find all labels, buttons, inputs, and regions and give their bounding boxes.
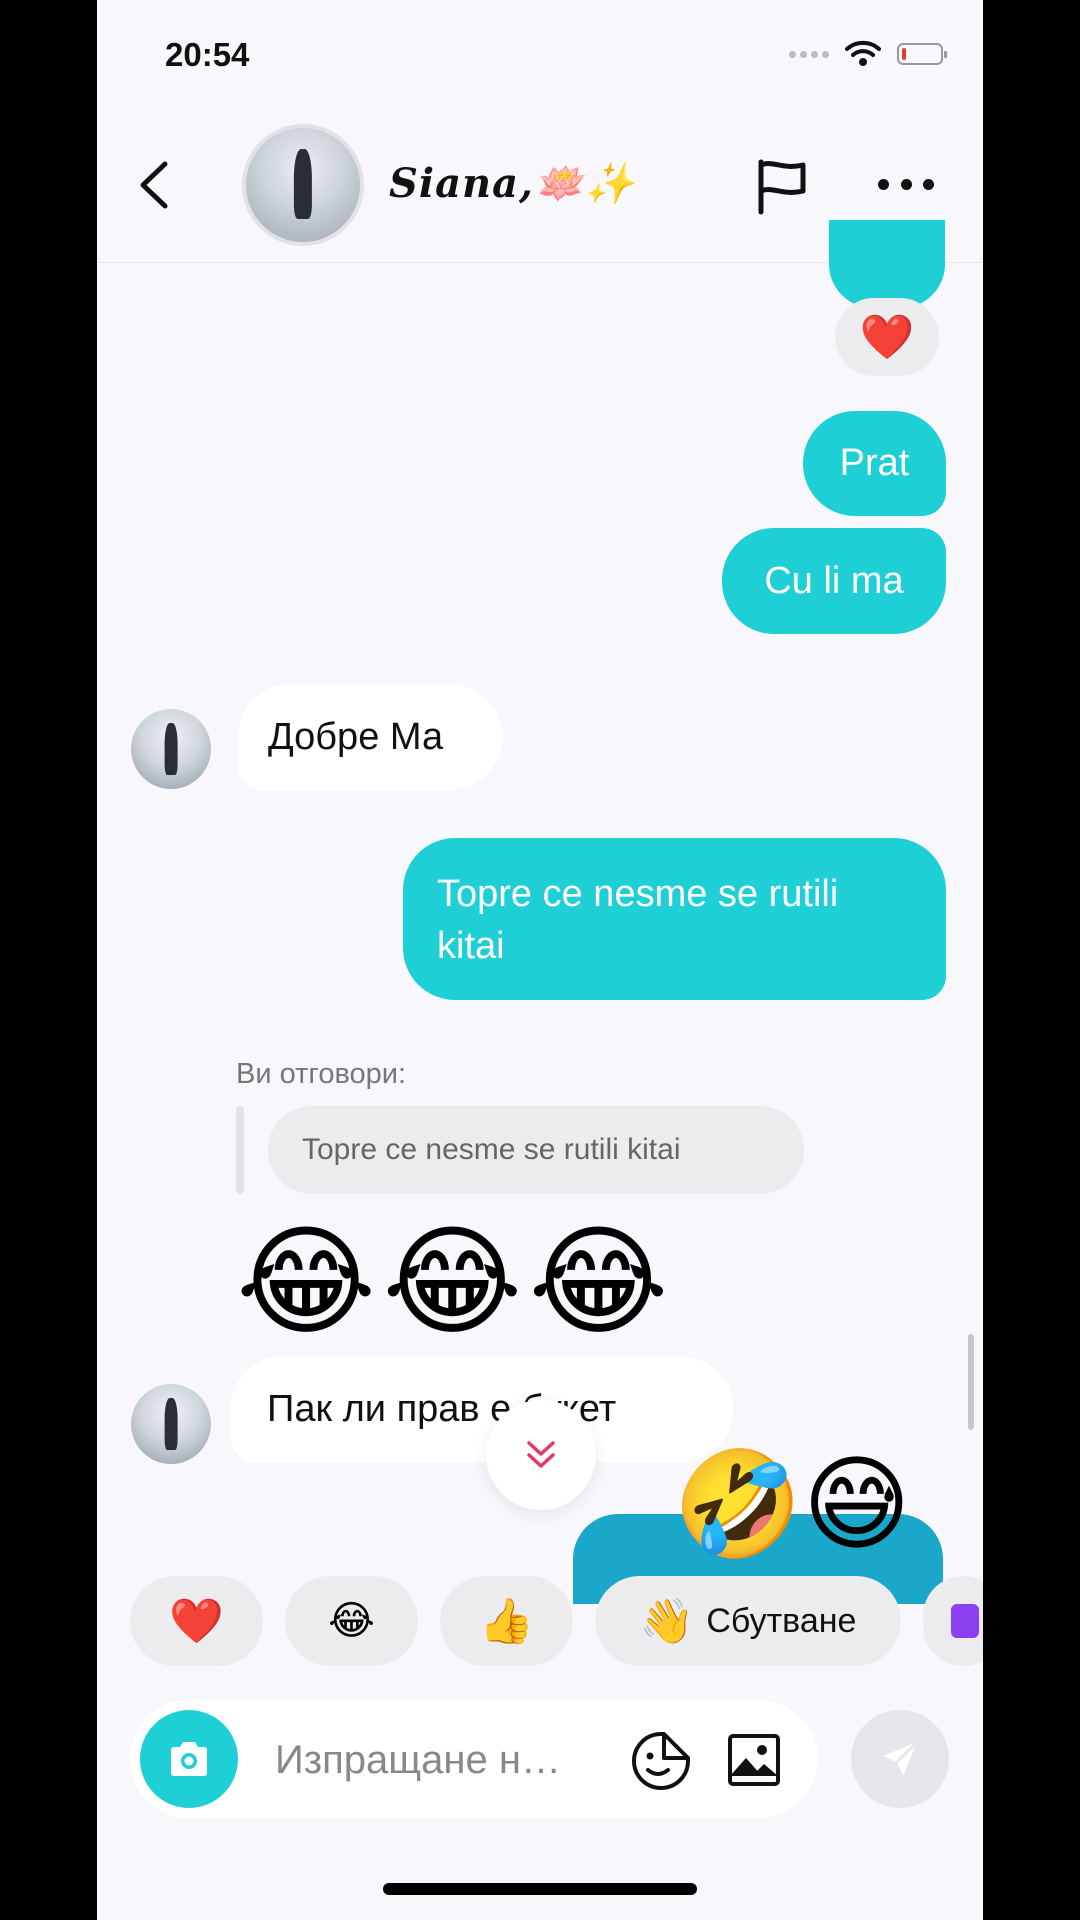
camera-icon xyxy=(171,1742,207,1776)
home-indicator[interactable] xyxy=(383,1883,697,1895)
heart-icon: ❤️ xyxy=(859,313,915,362)
quick-reaction-gift[interactable] xyxy=(923,1576,983,1666)
emoji-message[interactable]: 🤣😅 xyxy=(673,1440,911,1570)
send-icon xyxy=(883,1740,919,1776)
double-chevron-down-icon xyxy=(527,1441,555,1468)
chat-screen: 20:54 𝑺𝒊𝒂𝒏𝒂,🪷✨ Ok ❤️ Prat Cu li ma xyxy=(97,0,983,1920)
thumbs-up-icon: 👍 xyxy=(479,1597,534,1646)
send-button[interactable] xyxy=(851,1710,949,1808)
message-outgoing[interactable]: Prat xyxy=(803,411,946,516)
message-outgoing-partial: Ok xyxy=(829,220,945,308)
heart-icon: ❤️ xyxy=(169,1597,224,1646)
nudge-label: Сбутване xyxy=(706,1601,857,1640)
message-composer: Изпращане н… xyxy=(130,1700,818,1818)
status-icons xyxy=(789,40,947,68)
message-text: Добре Ма xyxy=(268,715,444,758)
battery-icon xyxy=(897,43,947,65)
message-text: Topre ce nesme se rutili kitai xyxy=(437,873,839,967)
reply-label: Ви отговори: xyxy=(236,1058,407,1090)
wifi-icon xyxy=(845,40,881,66)
reply-quote-text: Topre ce nesme se rutili kitai xyxy=(302,1133,681,1166)
message-text: Cu li ma xyxy=(764,559,904,602)
gift-icon xyxy=(951,1604,979,1638)
message-input[interactable]: Изпращане н… xyxy=(275,1738,561,1783)
contact-avatar-small[interactable] xyxy=(131,709,211,789)
quick-reactions-bar: ❤️ 😂 👍 👋 Сбутване xyxy=(130,1576,983,1666)
back-button[interactable] xyxy=(135,160,175,210)
emoji-message[interactable]: 😂😂😂 xyxy=(236,1212,675,1352)
reply-quote[interactable]: Topre ce nesme se rutili kitai xyxy=(268,1106,804,1194)
quick-reaction-laugh[interactable]: 😂 xyxy=(285,1576,418,1666)
message-outgoing[interactable]: Cu li ma xyxy=(722,528,946,634)
contact-avatar[interactable] xyxy=(242,124,364,246)
contact-avatar-small[interactable] xyxy=(131,1384,211,1464)
message-reaction-heart[interactable]: ❤️ xyxy=(835,298,939,376)
report-flag-icon[interactable] xyxy=(753,158,811,216)
nudge-button[interactable]: 👋 Сбутване xyxy=(595,1576,901,1666)
quick-reaction-thumbs-up[interactable]: 👍 xyxy=(440,1576,573,1666)
message-text: Prat xyxy=(839,442,910,484)
image-icon[interactable] xyxy=(726,1732,782,1788)
scroll-to-bottom-button[interactable] xyxy=(486,1400,596,1510)
laughing-face-icon: 😂 xyxy=(328,1599,375,1643)
quick-reaction-heart[interactable]: ❤️ xyxy=(130,1576,263,1666)
sticker-icon[interactable] xyxy=(630,1730,692,1792)
camera-button[interactable] xyxy=(140,1710,238,1808)
message-incoming[interactable]: Добре Ма xyxy=(238,684,502,790)
cellular-signal-icon xyxy=(789,50,829,58)
more-options-icon[interactable] xyxy=(878,174,934,194)
message-outgoing[interactable]: Topre ce nesme se rutili kitai xyxy=(403,838,946,1000)
contact-name[interactable]: 𝑺𝒊𝒂𝒏𝒂,🪷✨ xyxy=(389,160,636,207)
scrollbar[interactable] xyxy=(968,1334,974,1430)
waving-hand-icon: 👋 xyxy=(639,1597,695,1646)
message-incoming[interactable]: Пак ли прав е букет xyxy=(231,1356,733,1462)
status-time: 20:54 xyxy=(165,36,250,73)
reply-quote-bar xyxy=(236,1106,244,1194)
